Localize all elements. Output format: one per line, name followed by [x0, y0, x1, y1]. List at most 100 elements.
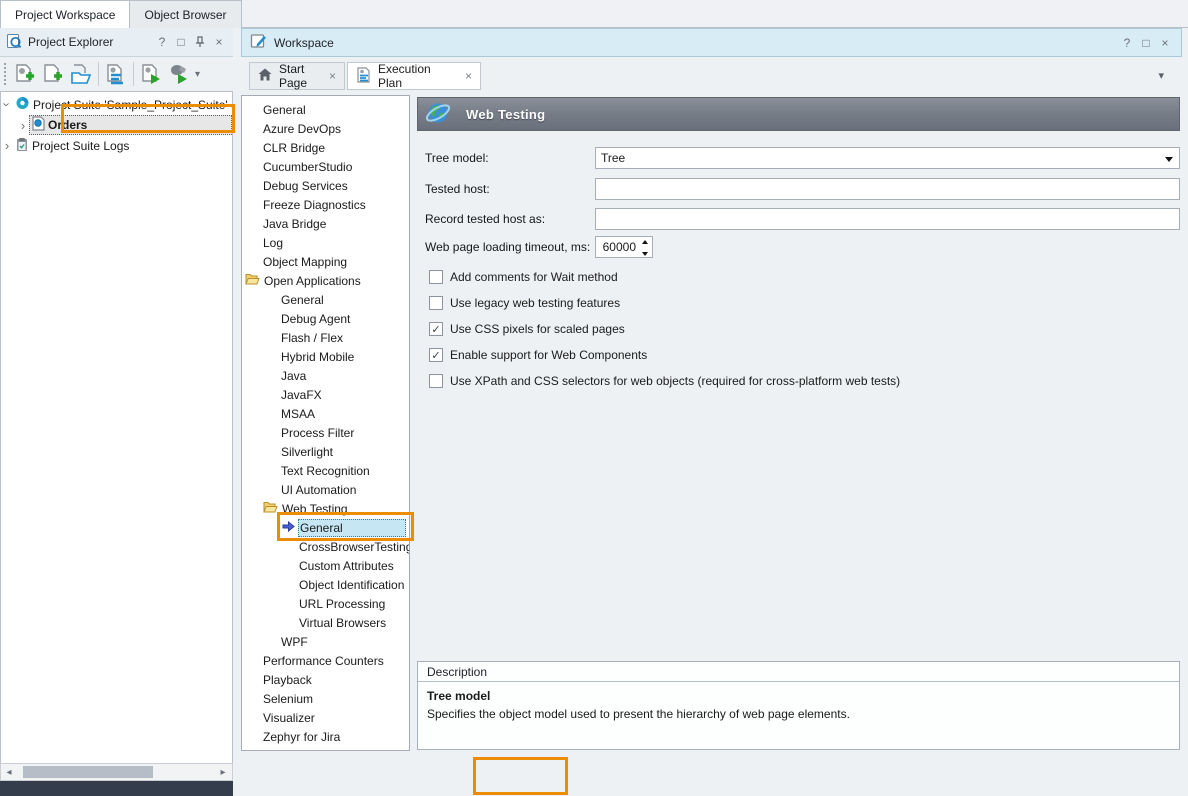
nav-item[interactable]: Process Filter	[242, 423, 409, 442]
close-icon[interactable]: ×	[211, 34, 227, 50]
record-tested-host-input[interactable]	[595, 208, 1180, 230]
workspace-panel: Workspace ? □ × Start Page × Execution P…	[241, 28, 1188, 796]
nav-item[interactable]: Debug Services	[242, 176, 409, 195]
status-strip	[0, 781, 233, 796]
spin-down-icon[interactable]	[642, 252, 648, 256]
toolbar-grip[interactable]	[4, 63, 9, 85]
chevron-down-icon[interactable]: ›	[1, 99, 15, 111]
field-row-record-host: Record tested host as:	[417, 208, 1180, 230]
toolbar-separator	[98, 62, 99, 86]
scroll-right-icon[interactable]: ▸	[215, 767, 231, 778]
nav-item[interactable]: General	[242, 100, 409, 119]
tab-object-browser[interactable]: Object Browser	[129, 0, 241, 28]
home-icon	[258, 68, 272, 84]
tab-execution-plan[interactable]: Execution Plan ×	[347, 62, 481, 90]
nav-item[interactable]: CucumberStudio	[242, 157, 409, 176]
timeout-spinner[interactable]: 60000	[595, 236, 653, 258]
field-label: Web page loading timeout, ms:	[417, 240, 595, 254]
field-row-tested-host: Tested host:	[417, 178, 1180, 200]
nav-item[interactable]: URL Processing	[242, 594, 409, 613]
chevron-right-icon[interactable]: ›	[1, 138, 13, 153]
combo-value: Tree	[601, 151, 625, 165]
combo-dropdown-icon[interactable]	[1165, 157, 1173, 162]
tree-item-label: Orders	[48, 118, 89, 132]
tab-start-page[interactable]: Start Page ×	[249, 62, 345, 90]
description-text: Specifies the object model used to prese…	[427, 707, 1170, 721]
tree-item-project-suite[interactable]: › Project Suite 'Sample_Project_Suite' (…	[1, 95, 232, 114]
checkbox-row[interactable]: ✓ Enable support for Web Components	[429, 346, 647, 364]
add-project-button[interactable]	[11, 60, 39, 88]
nav-item[interactable]: Zephyr for Jira	[242, 727, 409, 746]
testcomplete-window: Project Workspace Object Browser Project…	[0, 0, 1188, 796]
nav-item[interactable]: CrossBrowserTesting	[242, 537, 409, 556]
tree-model-combo[interactable]: Tree	[595, 147, 1180, 169]
nav-item[interactable]: Object Identification	[242, 575, 409, 594]
add-item-button[interactable]	[39, 60, 67, 88]
maximize-icon[interactable]: □	[1138, 35, 1154, 51]
nav-item-general-selected[interactable]: General	[242, 518, 409, 537]
horizontal-scrollbar[interactable]: ◂ ▸	[0, 763, 233, 781]
project-explorer-title: Project Explorer	[28, 35, 151, 49]
nav-item[interactable]: MSAA	[242, 404, 409, 423]
checkbox-web-components[interactable]: ✓	[429, 348, 443, 362]
tree-item-orders[interactable]: › Orders	[1, 114, 232, 136]
checkbox-row[interactable]: Add comments for Wait method	[429, 268, 618, 286]
checkbox-add-comments[interactable]	[429, 270, 443, 284]
checkbox-css-pixels[interactable]: ✓	[429, 322, 443, 336]
maximize-icon[interactable]: □	[173, 34, 189, 50]
nav-item[interactable]: Object Mapping	[242, 252, 409, 271]
pin-icon[interactable]	[192, 34, 208, 50]
nav-item[interactable]: Playback	[242, 670, 409, 689]
execution-plan-button[interactable]	[102, 60, 130, 88]
checkbox-row[interactable]: Use legacy web testing features	[429, 294, 620, 312]
nav-item[interactable]: General	[242, 290, 409, 309]
tree-item-label: Project Suite 'Sample_Project_Suite' (1 …	[33, 98, 232, 112]
nav-item[interactable]: Visualizer	[242, 708, 409, 727]
scrollbar-thumb[interactable]	[23, 766, 153, 778]
nav-item[interactable]: CLR Bridge	[242, 138, 409, 157]
nav-item[interactable]: Debug Agent	[242, 309, 409, 328]
field-label: Tested host:	[417, 182, 595, 196]
run-project-suite-button[interactable]	[165, 60, 193, 88]
tab-overflow-icon[interactable]: ▾	[1158, 69, 1164, 82]
checkbox-legacy-features[interactable]	[429, 296, 443, 310]
tab-close-icon[interactable]: ×	[465, 69, 472, 83]
checkbox-row[interactable]: ✓ Use CSS pixels for scaled pages	[429, 320, 625, 338]
spin-up-icon[interactable]	[642, 240, 648, 244]
tab-close-icon[interactable]: ×	[329, 69, 336, 83]
nav-item[interactable]: Custom Attributes	[242, 556, 409, 575]
chevron-right-icon[interactable]: ›	[17, 118, 29, 133]
nav-item[interactable]: Java	[242, 366, 409, 385]
close-icon[interactable]: ×	[1157, 35, 1173, 51]
nav-item[interactable]: Log	[242, 233, 409, 252]
field-row-timeout: Web page loading timeout, ms: 60000	[417, 236, 1180, 258]
nav-item[interactable]: Java Bridge	[242, 214, 409, 233]
tested-host-input[interactable]	[595, 178, 1180, 200]
nav-item[interactable]: UI Automation	[242, 480, 409, 499]
nav-folder-open-applications[interactable]: Open Applications	[242, 271, 409, 290]
nav-item[interactable]: Azure DevOps	[242, 119, 409, 138]
scroll-left-icon[interactable]: ◂	[1, 767, 17, 778]
open-file-button[interactable]	[67, 60, 95, 88]
nav-item[interactable]: Virtual Browsers	[242, 613, 409, 632]
nav-item[interactable]: Selenium	[242, 689, 409, 708]
nav-item[interactable]: JavaFX	[242, 385, 409, 404]
tab-project-workspace[interactable]: Project Workspace	[0, 0, 130, 28]
help-icon[interactable]: ?	[1119, 35, 1135, 51]
checkbox-row[interactable]: Use XPath and CSS selectors for web obje…	[429, 372, 900, 390]
tree-item-project-suite-logs[interactable]: › Project Suite Logs	[1, 136, 232, 155]
nav-item[interactable]: Text Recognition	[242, 461, 409, 480]
nav-item[interactable]: Freeze Diagnostics	[242, 195, 409, 214]
toolbar-more-icon[interactable]: ▾	[195, 69, 200, 80]
spinner-arrows[interactable]	[640, 240, 649, 256]
checkbox-label: Use XPath and CSS selectors for web obje…	[450, 374, 900, 388]
nav-item[interactable]: Performance Counters	[242, 651, 409, 670]
nav-item[interactable]: WPF	[242, 632, 409, 651]
nav-item[interactable]: Hybrid Mobile	[242, 347, 409, 366]
run-project-button[interactable]	[137, 60, 165, 88]
nav-item[interactable]: Silverlight	[242, 442, 409, 461]
nav-folder-web-testing[interactable]: Web Testing	[242, 499, 409, 518]
help-icon[interactable]: ?	[154, 34, 170, 50]
nav-item[interactable]: Flash / Flex	[242, 328, 409, 347]
checkbox-xpath-css[interactable]	[429, 374, 443, 388]
